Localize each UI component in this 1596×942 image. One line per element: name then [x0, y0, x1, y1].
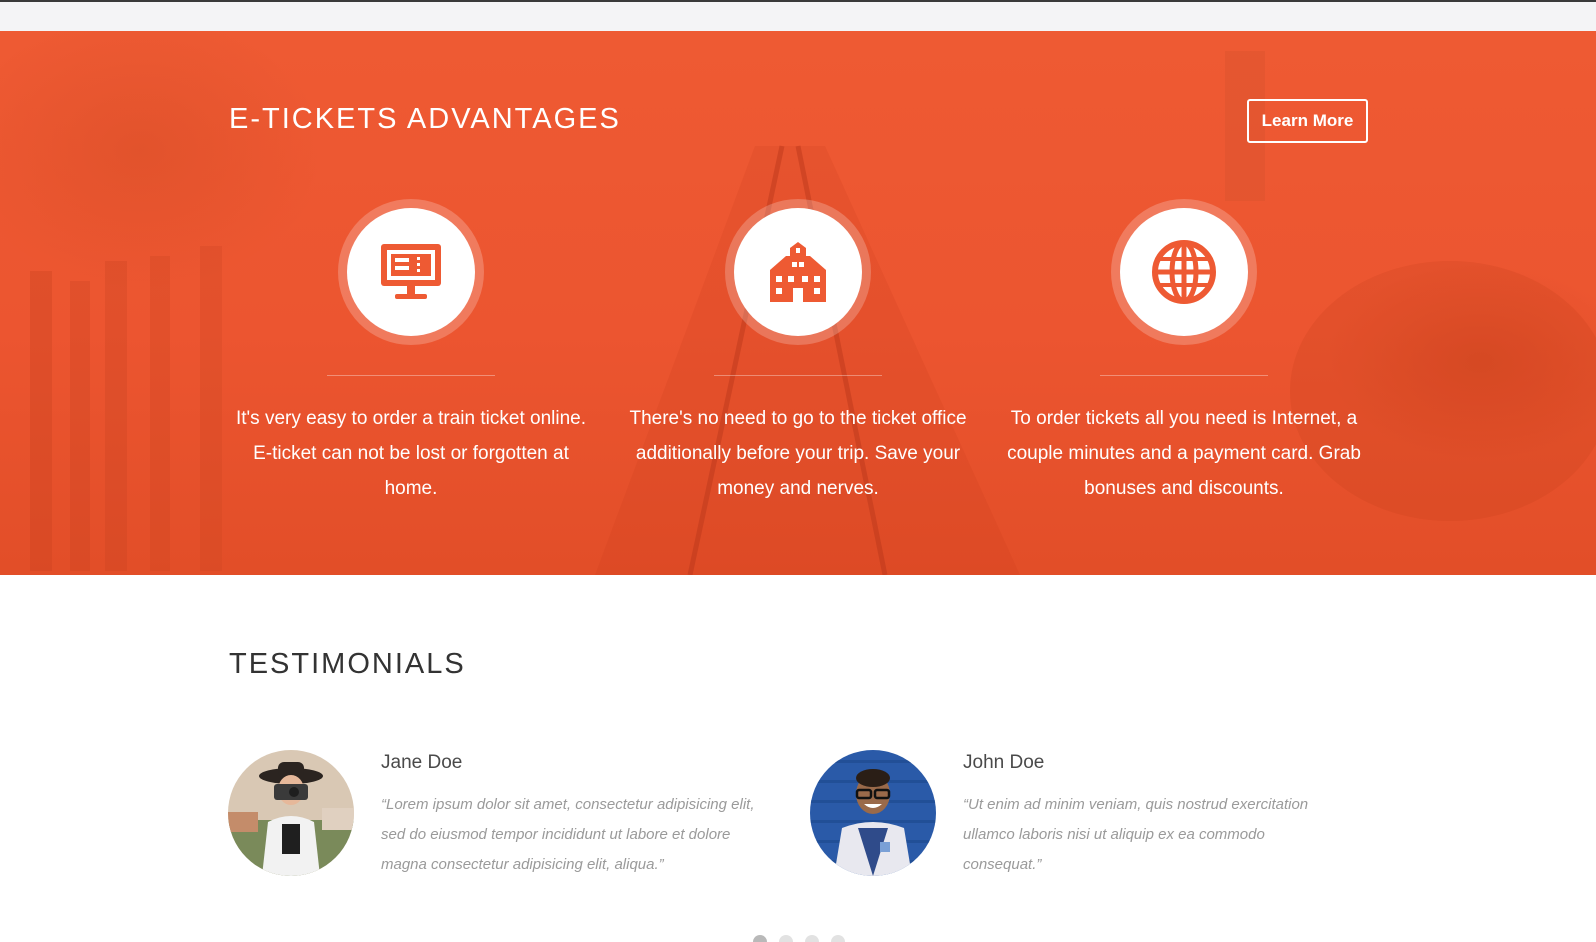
avatar	[810, 750, 936, 876]
feature-icon-disc	[347, 208, 475, 336]
feature-description: To order tickets all you need is Interne…	[1007, 408, 1361, 499]
feature-icon-disc	[1120, 208, 1248, 336]
testimonials-title: TESTIMONIALS	[229, 648, 466, 680]
monitor-ticket-icon	[381, 244, 441, 299]
avatar	[228, 750, 354, 876]
testimonial-quote: “Lorem ipsum dolor sit amet, consectetur…	[381, 796, 755, 873]
browser-top-bar	[0, 0, 1596, 31]
testimonial-name: Jane Doe	[381, 752, 463, 773]
feature-icon-ring	[338, 199, 484, 345]
advantages-title: E-TICKETS ADVANTAGES	[229, 103, 621, 135]
globe-icon	[1152, 240, 1216, 304]
feature-icon-ring	[1111, 199, 1257, 345]
testimonial-name: John Doe	[963, 752, 1045, 773]
testimonial-pagination	[753, 935, 845, 942]
pagination-dot-4[interactable]	[831, 935, 845, 942]
testimonial-quote: “Ut enim ad minim veniam, quis nostrud e…	[963, 796, 1309, 873]
feature-icon-ring	[725, 199, 871, 345]
feature-description: It's very easy to order a train ticket o…	[235, 408, 586, 499]
pagination-dot-3[interactable]	[805, 935, 819, 942]
feature-divider	[1100, 375, 1268, 376]
feature-divider	[714, 375, 882, 376]
pagination-dot-1[interactable]	[753, 935, 767, 942]
pagination-dot-2[interactable]	[779, 935, 793, 942]
advantages-section: E-TICKETS ADVANTAGES Learn More It's ver…	[0, 31, 1596, 575]
feature-divider	[327, 375, 495, 376]
feature-icon-disc	[734, 208, 862, 336]
building-icon	[770, 242, 826, 302]
learn-more-button[interactable]: Learn More	[1247, 99, 1368, 143]
feature-description: There's no need to go to the ticket offi…	[629, 408, 967, 499]
